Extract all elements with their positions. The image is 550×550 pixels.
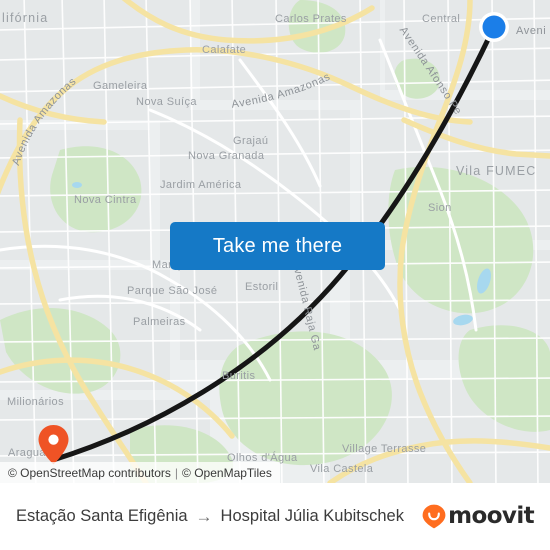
- moovit-route-map-screen: Avenida Amazonas Avenida Amazonas Avenid…: [0, 0, 550, 550]
- route-summary: Estação Santa Efigênia → Hospital Júlia …: [16, 507, 412, 526]
- map-place-label: Buritis: [222, 370, 255, 382]
- attribution-osm[interactable]: © OpenStreetMap contributors: [8, 466, 171, 480]
- map-place-label: Calafate: [202, 44, 246, 56]
- route-footer-bar: Estação Santa Efigênia → Hospital Júlia …: [0, 483, 550, 550]
- map-place-label: Jardim América: [160, 179, 242, 191]
- map-place-label: Parque São José: [127, 285, 217, 297]
- map-place-label: Vila FUMEC: [456, 164, 537, 178]
- route-origin-label: Estação Santa Efigênia: [16, 507, 188, 525]
- origin-pin-marker[interactable]: [38, 425, 69, 465]
- map-place-label: Grajaú: [233, 135, 268, 147]
- map-place-label: Central: [422, 13, 460, 25]
- route-destination-label: Hospital Júlia Kubitschek: [220, 507, 404, 525]
- map-place-label: Nova Granada: [188, 150, 265, 162]
- map-place-label: Nova Suíça: [136, 96, 197, 108]
- map-place-label: Vila Castela: [310, 463, 374, 475]
- attribution-separator: |: [174, 465, 179, 480]
- moovit-pin-icon: [422, 504, 446, 529]
- arrow-right-icon: →: [195, 507, 213, 526]
- destination-dot-marker[interactable]: [478, 11, 510, 43]
- map-place-label: Sion: [428, 202, 452, 214]
- map-canvas[interactable]: Avenida Amazonas Avenida Amazonas Avenid…: [0, 0, 550, 483]
- map-place-label: Gameleira: [93, 80, 148, 92]
- map-place-label: Palmeiras: [133, 316, 186, 328]
- attribution-openmaptiles[interactable]: © OpenMapTiles: [182, 466, 272, 480]
- take-me-there-button[interactable]: Take me there: [170, 222, 385, 270]
- moovit-wordmark: moovit: [448, 503, 534, 529]
- map-place-label: Milionários: [7, 396, 64, 408]
- map-place-label: Village Terrasse: [342, 443, 426, 455]
- map-place-label: lifórnia: [2, 11, 48, 25]
- moovit-logo[interactable]: moovit: [422, 503, 535, 529]
- map-place-label: Estoril: [245, 281, 278, 293]
- map-attribution: © OpenStreetMap contributors | © OpenMap…: [0, 462, 280, 483]
- map-place-label: Carlos Prates: [275, 13, 347, 25]
- map-place-label: Nova Cintra: [74, 194, 137, 206]
